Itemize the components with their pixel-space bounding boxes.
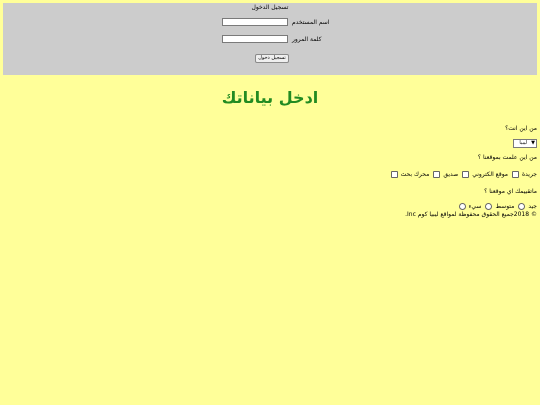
rating-option-bad[interactable]: سيء	[458, 203, 482, 210]
rating-option-label: جيد	[528, 203, 537, 210]
country-selected-value: ليبيا	[519, 140, 527, 146]
rating-option-label: سيء	[468, 203, 482, 210]
radio-button[interactable]	[518, 203, 526, 210]
password-row: كلمة المرور	[3, 35, 537, 45]
rating-question: ماتقييمك اي موقعنا ؟	[484, 188, 537, 195]
chevron-down-icon: ▼	[531, 140, 535, 146]
source-question: من اين علمت بموقعنا ؟	[477, 154, 537, 161]
rating-option-average[interactable]: متوسط	[485, 203, 514, 210]
password-label: كلمة المرور	[292, 36, 322, 43]
source-option-label: جريدة	[522, 171, 537, 178]
source-option-website[interactable]: موقع الكتروني	[462, 171, 508, 178]
username-row: اسم المستخدم	[3, 18, 537, 28]
checkbox[interactable]	[390, 171, 398, 178]
radio-button[interactable]	[485, 203, 493, 210]
copyright-footer: © 2018جميع الحقوق محفوظة لمواقع ليبيا كو…	[405, 211, 537, 218]
country-select[interactable]: ليبيا ▼	[513, 139, 537, 148]
radio-button[interactable]	[458, 203, 466, 210]
login-button[interactable]: تسجيل دخول	[255, 54, 289, 63]
country-question: من اين انت؟	[505, 125, 537, 132]
login-panel: تسجيل الدخول اسم المستخدم كلمة المرور تس…	[3, 3, 537, 75]
login-title: تسجيل الدخول	[251, 4, 289, 11]
rating-options: جيد متوسط سيء	[455, 203, 537, 210]
source-option-label: صديق	[443, 171, 459, 178]
source-option-search-engine[interactable]: محرك بحث	[390, 171, 430, 178]
source-options: جريدة موقع الكتروني صديق محرك بحث	[387, 171, 537, 178]
checkbox[interactable]	[462, 171, 470, 178]
source-option-friend[interactable]: صديق	[433, 171, 458, 178]
source-option-label: محرك بحث	[400, 171, 430, 178]
rating-option-label: متوسط	[495, 203, 515, 210]
checkbox[interactable]	[512, 171, 520, 178]
password-input[interactable]	[222, 35, 288, 43]
checkbox[interactable]	[433, 171, 441, 178]
username-input[interactable]	[222, 18, 288, 26]
page-heading: ادخل بياناتك	[221, 88, 319, 107]
username-label: اسم المستخدم	[292, 19, 330, 26]
source-option-label: موقع الكتروني	[472, 171, 509, 178]
rating-option-good[interactable]: جيد	[518, 203, 537, 210]
source-option-newspaper[interactable]: جريدة	[512, 171, 537, 178]
